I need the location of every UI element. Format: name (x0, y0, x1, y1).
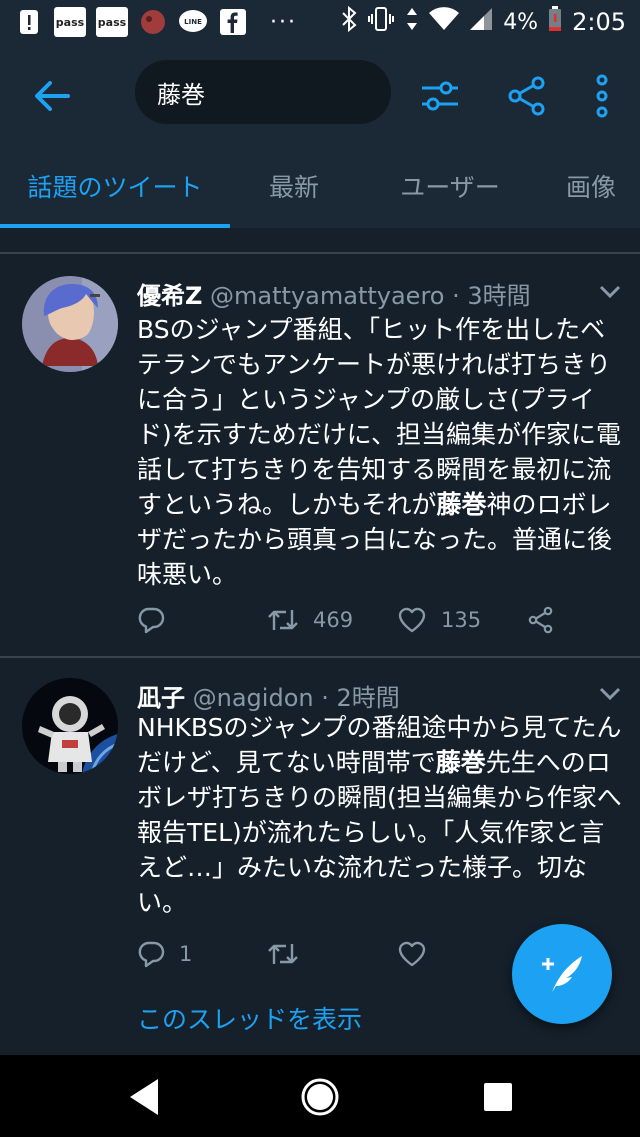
search-input[interactable]: 藤巻 (135, 60, 391, 124)
author-name[interactable]: 優希Z (137, 282, 202, 310)
clock: 2:05 (572, 8, 626, 36)
retweet-button[interactable] (267, 936, 299, 972)
timestamp: · 3時間 (452, 282, 531, 310)
battery-icon (548, 6, 562, 38)
tweet-header: 優希Z @mattyamattyaero · 3時間 (137, 276, 531, 311)
avatar[interactable] (22, 678, 118, 774)
retweet-button[interactable]: 469 (267, 602, 353, 638)
tweet[interactable]: 優希Z @mattyamattyaero · 3時間 BSのジャンプ番組、「ヒッ… (0, 254, 640, 656)
like-button[interactable] (397, 936, 427, 972)
signal-icon (469, 7, 493, 37)
tweet-actions: 469 135 (137, 602, 567, 638)
app-bar: 藤巻 (0, 44, 640, 144)
tweet-text: BSのジャンプ番組、「ヒット作を出したベテランでもアンケートが悪ければ打ちきりに… (137, 312, 627, 592)
author-handle[interactable]: @nagidon (193, 684, 314, 712)
facebook-icon (218, 7, 248, 37)
tweet-text-part: BSのジャンプ番組、「ヒット作を出したベテランでもアンケートが悪ければ打ちきりに… (137, 315, 622, 519)
status-bar: pass pass LINE ··· 4% 2:05 (0, 0, 640, 44)
search-query: 藤巻 (157, 80, 205, 109)
reply-count: 1 (179, 942, 193, 966)
avatar[interactable] (22, 276, 118, 372)
tab-images[interactable]: 画像 (542, 144, 640, 228)
tab-bar: 話題のツイート 最新 ユーザー 画像 (0, 144, 640, 228)
vibrate-icon (367, 6, 395, 38)
chevron-down-icon[interactable] (598, 686, 622, 702)
alert-icon (14, 7, 44, 37)
tab-top-tweets[interactable]: 話題のツイート (0, 144, 230, 228)
reply-icon (138, 941, 165, 968)
timestamp: · 2時間 (321, 684, 400, 712)
reply-icon (138, 607, 165, 634)
line-icon: LINE (178, 7, 208, 37)
heart-icon (398, 941, 426, 967)
reply-button[interactable]: 1 (137, 936, 192, 972)
search-highlight: 藤巻 (436, 490, 487, 519)
pass-icon: pass (54, 7, 86, 37)
compose-icon (542, 956, 582, 992)
search-highlight: 藤巻 (435, 748, 486, 777)
battery-percent: 4% (503, 9, 539, 35)
show-thread-link[interactable]: このスレッドを表示 (137, 1000, 362, 1036)
more-notifications: ··· (270, 9, 297, 35)
data-icon (405, 6, 419, 38)
tweet-text: NHKBSのジャンプの番組途中から見てたんだけど、見てない時間帯で藤巻先生へのロ… (137, 710, 627, 920)
back-arrow-icon[interactable] (32, 76, 72, 116)
wifi-icon (429, 7, 460, 37)
filter-icon[interactable] (418, 74, 462, 118)
retweet-icon (268, 944, 298, 964)
share-tweet-button[interactable] (527, 602, 555, 638)
app-icon (138, 7, 168, 37)
svg-text:LINE: LINE (184, 18, 202, 26)
pass-icon: pass (96, 7, 128, 37)
tab-users[interactable]: ユーザー (358, 144, 542, 228)
share-icon (528, 606, 553, 634)
like-count: 135 (441, 608, 482, 632)
author-name[interactable]: 凪子 (137, 684, 185, 712)
retweet-count: 469 (313, 608, 354, 632)
chevron-down-icon[interactable] (598, 284, 622, 300)
tweet-actions: 1 (137, 936, 567, 972)
more-options-icon[interactable] (580, 74, 624, 118)
compose-tweet-button[interactable] (512, 924, 612, 1024)
heart-icon (398, 607, 426, 633)
nav-back-icon[interactable] (124, 1075, 168, 1119)
system-nav-bar (0, 1055, 640, 1137)
bluetooth-icon (341, 5, 357, 38)
nav-recents-icon[interactable] (476, 1075, 520, 1119)
nav-home-icon[interactable] (298, 1075, 342, 1119)
tab-latest[interactable]: 最新 (230, 144, 358, 228)
retweet-icon (268, 610, 298, 630)
reply-button[interactable] (137, 602, 165, 638)
author-handle[interactable]: @mattyamattyaero (210, 282, 444, 310)
share-icon[interactable] (505, 74, 549, 118)
tweet-header: 凪子 @nagidon · 2時間 (137, 678, 400, 713)
like-button[interactable]: 135 (397, 602, 481, 638)
